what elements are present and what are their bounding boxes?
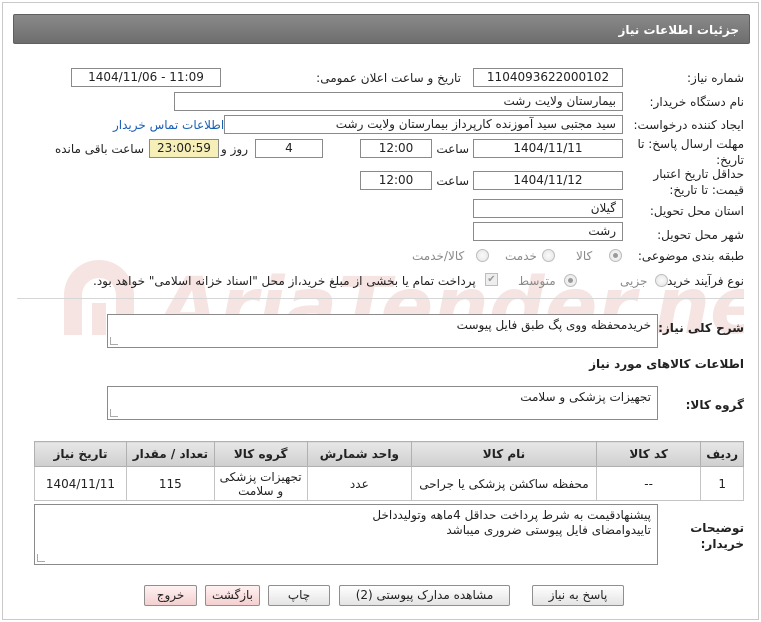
reply-deadline-label: مهلت ارسال پاسخ: تا تاریخ: [637,137,744,167]
cell-code: -- [595,466,702,501]
table-row[interactable]: 1 -- محفظه ساکشن پزشکی یا جراحی عدد تجهی… [34,466,744,501]
goods-group-textarea: تجهیزات پزشکی و سلامت [107,386,658,420]
province-field: گیلان [473,199,623,218]
resize-grip[interactable] [110,409,118,417]
goods-group-label: گروه کالا: [685,398,744,412]
col-name: نام کالا [411,441,597,467]
goods-group-text: تجهیزات پزشکی و سلامت [520,390,651,404]
col-group: گروه کالا [213,441,308,467]
buyer-notes-textarea: پیشنهادقیمت به شرط پرداخت حداقل 4ماهه وت… [34,504,658,565]
payment-checkbox[interactable]: ✔ [485,273,498,286]
cell-qty: 115 [125,466,215,501]
col-row: ردیف [700,441,744,467]
attachments-button[interactable]: مشاهده مدارک پیوستی (2) [339,585,510,606]
cell-row: 1 [700,466,744,501]
buyer-org-field: بیمارستان ولایت رشت [174,92,623,111]
creator-label: ایجاد کننده درخواست: [633,118,744,132]
category-option-both: کالا/خدمت [412,249,465,263]
cell-group: تجهیزات پزشکی و سلامت [213,466,308,501]
page-title: جزئیات اطلاعات نیاز [618,23,739,37]
col-unit: واحد شمارش [306,441,413,467]
divider [17,298,744,299]
process-option-medium: متوسط [518,274,556,288]
category-label: طبقه بندی موضوعی: [637,249,744,263]
process-radio-medium[interactable] [564,274,577,287]
validity-time-field: 12:00 [360,171,432,190]
category-option-service: خدمت [505,249,537,263]
announce-label: تاریخ و ساعت اعلان عمومی: [316,71,461,85]
description-textarea: خریدمحفظه ووی پگ طبق فایل پیوست [107,314,658,348]
category-radio-goods[interactable] [609,249,622,262]
city-label: شهر محل تحویل: [657,228,744,242]
buyer-contact-link[interactable]: اطلاعات تماس خریدار [113,118,224,132]
creator-field: سید مجتبی سید آموزنده کارپرداز بیمارستان… [224,115,623,134]
process-radio-minor[interactable] [655,274,668,287]
goods-section-title: اطلاعات کالاهای مورد نیاز [589,357,744,371]
days-field: 4 [255,139,323,158]
cell-date: 1404/11/11 [34,466,127,501]
payment-note: پرداخت تمام یا بخشی از مبلغ خرید،از محل … [93,274,476,288]
province-label: استان محل تحویل: [649,204,744,218]
days-label: روز و [221,142,248,156]
col-qty: تعداد / مقدار [125,441,215,467]
validity-time-label: ساعت [436,174,469,188]
reply-time-label: ساعت [436,142,469,156]
cell-name: محفظه ساکشن پزشکی یا جراحی [411,466,597,501]
description-label: شرح کلی نیاز: [658,321,744,335]
buyer-notes-line-2: تاییدوامضای فایل پیوستی ضروری میباشد [446,523,651,537]
buyer-notes-label: توضیحات خریدار: [690,521,744,551]
exit-button[interactable]: خروج [144,585,197,606]
validity-date-field: 1404/11/12 [473,171,623,190]
validity-label: حداقل تاریخ اعتبار قیمت: تا تاریخ: [653,167,744,197]
print-button[interactable]: چاپ [268,585,330,606]
reply-button[interactable]: پاسخ به نیاز [532,585,624,606]
process-label: نوع فرآیند خرید : [659,274,744,288]
announce-field: 1404/11/06 - 11:09 [71,68,221,87]
description-text: خریدمحفظه ووی پگ طبق فایل پیوست [456,318,651,332]
buyer-notes-line-1: پیشنهادقیمت به شرط پرداخت حداقل 4ماهه وت… [372,508,651,522]
remaining-label: ساعت باقی مانده [54,142,144,156]
col-date: تاریخ نیاز [34,441,127,467]
category-option-goods: کالا [576,249,593,263]
category-radio-both[interactable] [476,249,489,262]
table-header-row: ردیف کد کالا نام کالا واحد شمارش گروه کا… [34,441,744,467]
goods-table: ردیف کد کالا نام کالا واحد شمارش گروه کا… [34,441,744,501]
col-code: کد کالا [595,441,702,467]
remaining-time-field: 23:00:59 [149,139,219,158]
resize-grip[interactable] [110,337,118,345]
back-button[interactable]: بازگشت [205,585,260,606]
cell-unit: عدد [306,466,413,501]
buyer-org-label: نام دستگاه خریدار: [649,95,745,109]
city-field: رشت [473,222,623,241]
process-option-minor: جزیی [620,274,648,288]
need-number-label: شماره نیاز: [687,71,744,85]
category-radio-service[interactable] [542,249,555,262]
page-header: جزئیات اطلاعات نیاز [13,14,750,44]
resize-grip[interactable] [37,554,45,562]
reply-time-field: 12:00 [360,139,432,158]
need-number-field: 1104093622000102 [473,68,623,87]
reply-date-field: 1404/11/11 [473,139,623,158]
